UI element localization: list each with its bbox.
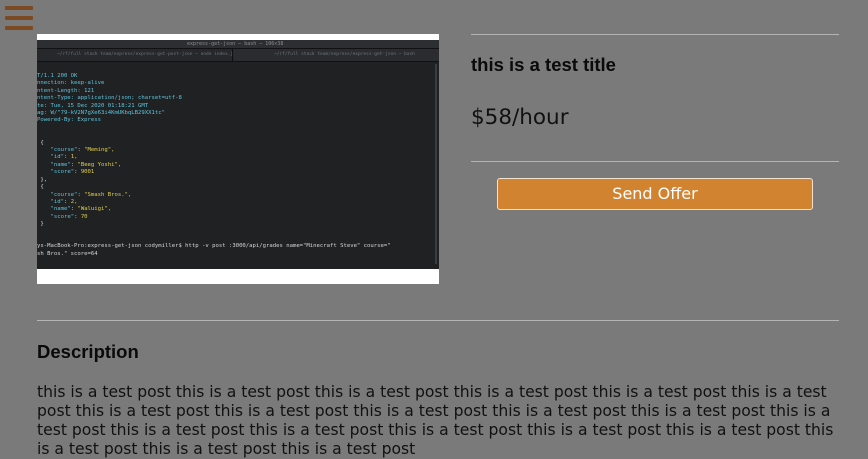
hamburger-menu-icon[interactable] (5, 6, 33, 30)
divider-top (471, 34, 839, 35)
terminal-line: { (37, 139, 44, 146)
terminal-line: "id": 1, (50, 154, 78, 161)
terminal-window-title: express-get-json — bash — 106×38 (187, 41, 284, 47)
divider-description (37, 320, 839, 321)
menu-bar (5, 26, 33, 30)
listing-title: this is a test title (471, 54, 616, 75)
menu-bar (5, 6, 33, 10)
terminal-line: ag: W/"79-kV2N7gXe63i4KmUKbqLB29XX1tc" (37, 110, 165, 117)
terminal-line: "score": 9001 (50, 169, 95, 176)
listing-price: $58/hour (471, 105, 569, 130)
terminal-tab-left: ~/rf/full stack team/express/express-get… (37, 49, 233, 61)
terminal-line: "course": "Smash Bros.", (50, 191, 132, 198)
terminal-line: }, (37, 176, 48, 183)
terminal-line: te: Tue, 15 Dec 2020 01:18:21 GMT (37, 102, 149, 109)
terminal-line: "id": 2, (50, 198, 78, 205)
terminal-tab-right: ~/rf/full stack team/express/express-get… (234, 49, 439, 61)
listing-image: express-get-json — bash — 106×38 ~/rf/fu… (37, 34, 439, 284)
terminal-line: sh Bros." score=64 (37, 250, 98, 257)
terminal-line: "name": "Beeg Yoshi", (50, 161, 122, 168)
terminal-line: { (37, 184, 44, 191)
terminal-scrollbar (435, 64, 437, 264)
send-offer-button[interactable]: Send Offer (497, 178, 813, 210)
terminal-line: "course": "Meming", (50, 147, 115, 154)
terminal-screenshot: express-get-json — bash — 106×38 ~/rf/fu… (37, 40, 439, 269)
terminal-line: "name": "Waluigi", (50, 206, 112, 213)
menu-bar (5, 16, 33, 20)
terminal-line: ntent-Length: 121 (37, 87, 95, 94)
terminal-line: Powered-By: Express (37, 117, 101, 124)
description-heading: Description (37, 341, 139, 362)
description-body: this is a test post this is a test post … (37, 383, 834, 458)
terminal-titlebar: express-get-json — bash — 106×38 (37, 40, 439, 49)
terminal-output: T/1.1 200 OK nnection: keep-alive ntent-Le… (37, 73, 391, 258)
terminal-line: nnection: keep-alive (37, 80, 105, 87)
terminal-line: T/1.1 200 OK (37, 73, 78, 79)
terminal-line: ntent-Type: application/json; charset=ut… (37, 95, 182, 102)
divider-price (471, 161, 839, 162)
terminal-line: "score": 70 (50, 213, 88, 220)
terminal-line: ys-MacBook-Pro:express-get-json codymill… (37, 243, 391, 250)
terminal-tab-row: ~/rf/full stack team/express/express-get… (37, 49, 439, 62)
terminal-line: } (37, 221, 44, 228)
